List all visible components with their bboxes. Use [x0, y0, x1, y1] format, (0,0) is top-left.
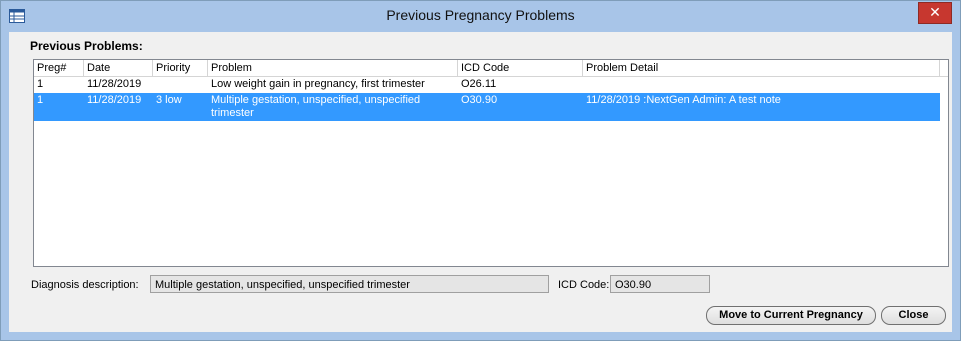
- column-header-preg[interactable]: Preg#: [34, 60, 84, 76]
- cell-problem-detail: 11/28/2019 :NextGen Admin: A test note: [586, 94, 781, 106]
- table-row[interactable]: 1 11/28/2019 Low weight gain in pregnanc…: [34, 77, 940, 92]
- icd-code-label: ICD Code:: [558, 279, 610, 291]
- cell-problem: Low weight gain in pregnancy, first trim…: [211, 78, 425, 90]
- cell-icd-code: O26.11: [461, 78, 497, 90]
- diagnosis-description-field[interactable]: Multiple gestation, unspecified, unspeci…: [150, 275, 549, 293]
- list-header: Preg# Date Priority Problem ICD Code Pro…: [34, 60, 948, 77]
- window-title: Previous Pregnancy Problems: [386, 7, 575, 23]
- dialog-body: Previous Problems: Preg# Date Priority P…: [9, 32, 952, 332]
- cell-problem: Multiple gestation, unspecified, unspeci…: [211, 94, 421, 119]
- column-header-problem-detail[interactable]: Problem Detail: [583, 60, 940, 76]
- column-header-icd-code[interactable]: ICD Code: [458, 60, 583, 76]
- icd-code-field[interactable]: O30.90: [610, 275, 710, 293]
- previous-problems-list[interactable]: Preg# Date Priority Problem ICD Code Pro…: [33, 59, 949, 267]
- diagnosis-description-label: Diagnosis description:: [31, 279, 139, 291]
- title-bar[interactable]: Previous Pregnancy Problems ✕: [1, 1, 960, 31]
- cell-icd-code: O30.90: [461, 94, 498, 106]
- window-close-icon[interactable]: ✕: [918, 2, 952, 24]
- column-header-date[interactable]: Date: [84, 60, 153, 76]
- dialog-window: Previous Pregnancy Problems ✕ Previous P…: [0, 0, 961, 341]
- cell-date: 11/28/2019: [87, 94, 142, 106]
- close-button[interactable]: Close: [881, 306, 946, 325]
- column-header-priority[interactable]: Priority: [153, 60, 208, 76]
- cell-priority: 3 low: [156, 94, 182, 106]
- column-header-problem[interactable]: Problem: [208, 60, 458, 76]
- table-row-selected[interactable]: 1 11/28/2019 3 low Multiple gestation, u…: [34, 93, 940, 121]
- cell-preg: 1: [37, 78, 44, 90]
- cell-date: 11/28/2019: [87, 78, 142, 90]
- move-to-current-pregnancy-button[interactable]: Move to Current Pregnancy: [706, 306, 876, 325]
- cell-preg: 1: [37, 94, 44, 106]
- section-label: Previous Problems:: [30, 39, 143, 53]
